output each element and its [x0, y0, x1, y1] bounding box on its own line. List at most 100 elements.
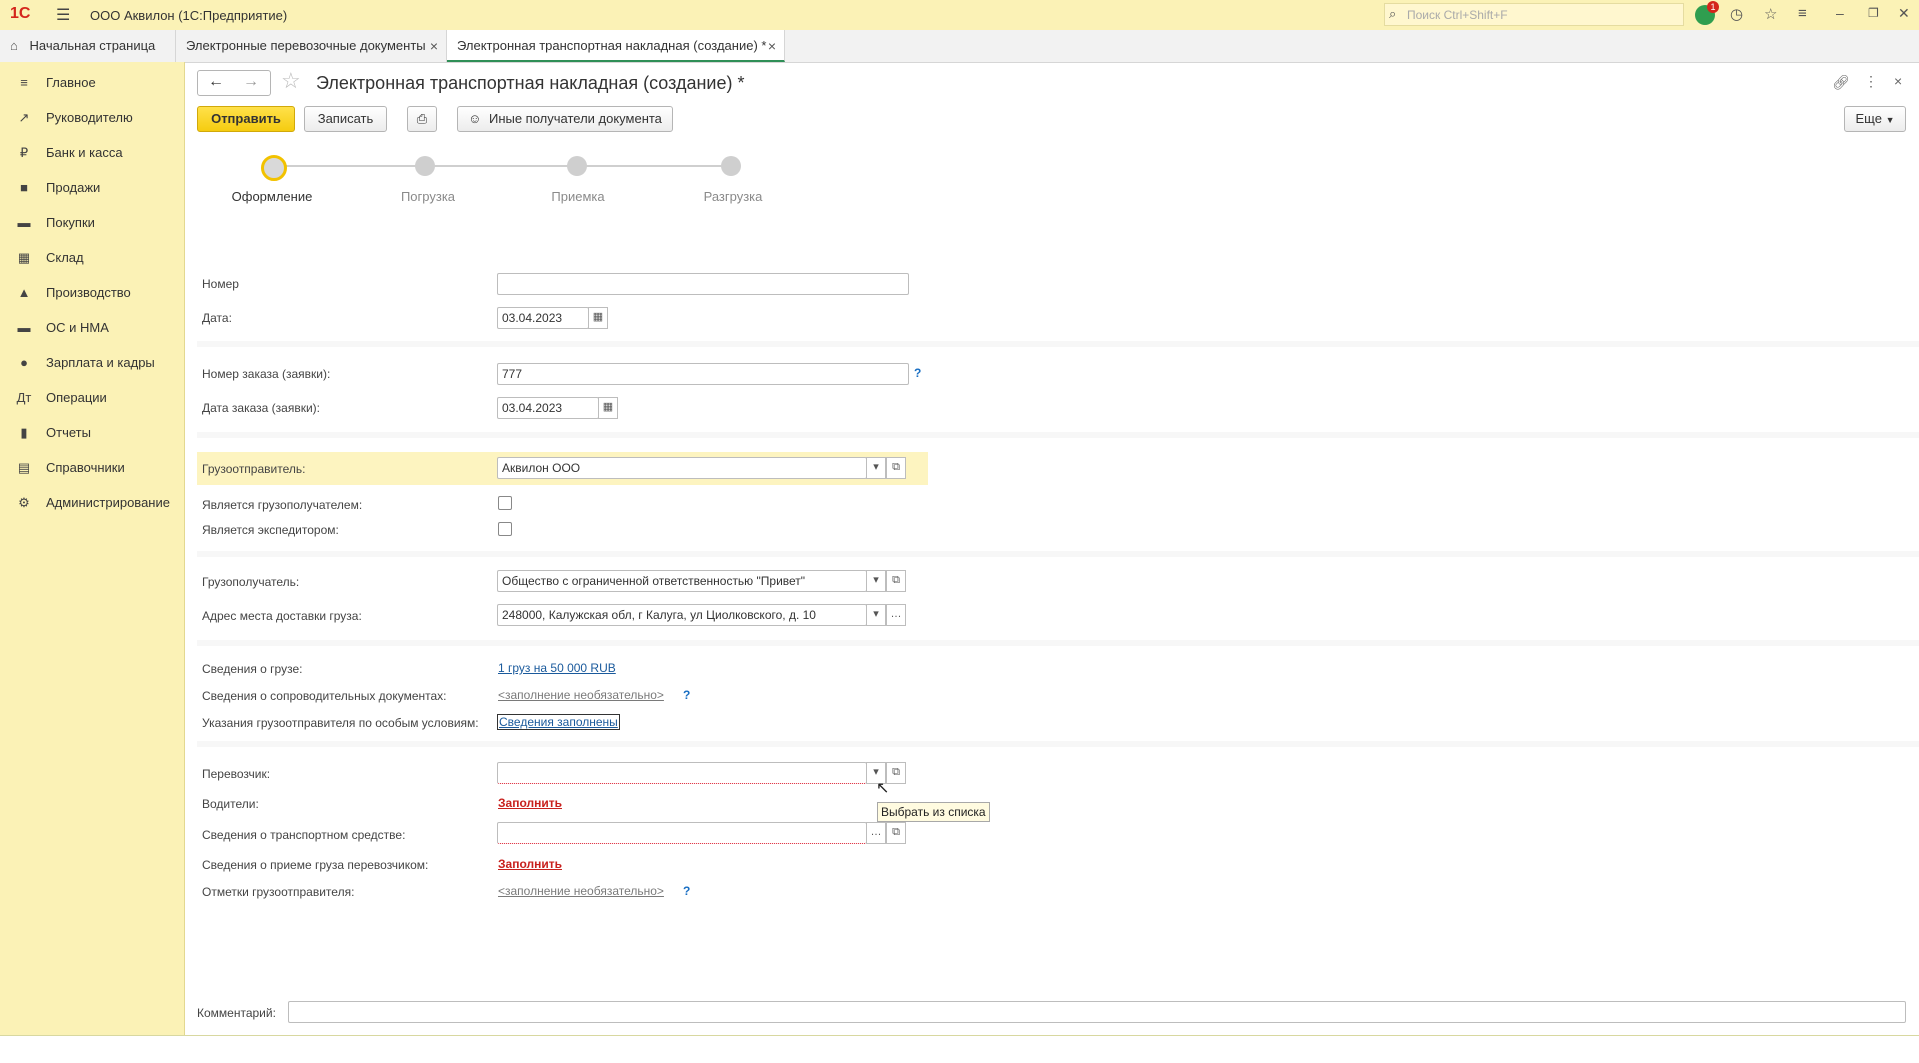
global-search[interactable]: ⌕ Поиск Ctrl+Shift+F — [1384, 3, 1684, 26]
tab-transport-docs[interactable]: Электронные перевозочные документы × — [176, 30, 447, 62]
back-arrow-icon[interactable]: ← — [208, 73, 224, 91]
other-recipients-button[interactable]: ☺ Иные получатели документа — [457, 106, 673, 132]
marks-link[interactable]: <заполнение необязательно> — [498, 884, 664, 898]
functions-menu-icon[interactable]: ≡ — [1798, 5, 1807, 22]
help-icon[interactable]: ? — [683, 884, 690, 898]
cargo-link[interactable]: 1 груз на 50 000 RUB — [498, 661, 616, 675]
history-icon[interactable]: ◷ — [1730, 5, 1743, 23]
sidebar-item[interactable]: ▲ Производство — [0, 278, 184, 308]
sidebar-item-label: Руководителю — [46, 110, 133, 125]
open-icon[interactable]: ⧉ — [886, 457, 906, 479]
sidebar-item-label: Администрирование — [46, 495, 170, 510]
save-button[interactable]: Записать — [304, 106, 387, 132]
calendar-icon[interactable]: ▦ — [588, 307, 608, 329]
calendar-icon[interactable]: ▦ — [598, 397, 618, 419]
sidebar: ≡ Главное ↗ Руководителю ₽ Банк и касса ■ Прода… — [0, 62, 185, 1035]
notifications-icon[interactable]: 1 — [1695, 1, 1719, 25]
restore-icon[interactable]: ❐ — [1868, 6, 1879, 20]
tab-home[interactable]: ⌂ Начальная страница — [0, 30, 176, 62]
search-input[interactable]: Поиск Ctrl+Shift+F — [1407, 8, 1508, 22]
sidebar-item[interactable]: ≡ Главное — [0, 68, 184, 98]
sidebar-item[interactable]: Дт Операции — [0, 383, 184, 413]
close-form-icon[interactable]: × — [1894, 73, 1902, 89]
sidebar-item[interactable]: ⚙ Администрирование — [0, 488, 184, 518]
acceptance-link[interactable]: Заполнить — [498, 857, 562, 871]
date-input[interactable]: 03.04.2023 — [497, 307, 589, 329]
number-input[interactable] — [497, 273, 909, 295]
shipper-input[interactable]: Аквилон ООО — [497, 457, 867, 479]
main-menu-icon[interactable]: ☰ — [56, 5, 70, 25]
sidebar-item-label: Банк и касса — [46, 145, 123, 160]
is-forwarder-checkbox[interactable] — [498, 522, 512, 536]
tab-etn-create-label: Электронная транспортная накладная (созд… — [457, 38, 767, 53]
step-dot — [721, 156, 741, 176]
sidebar-item[interactable]: ▮ Отчеты — [0, 418, 184, 448]
shipper-label: Грузоотправитель: — [202, 462, 306, 476]
users-icon: ☺ — [468, 111, 482, 126]
app-title: ООО Аквилон (1С:Предприятие) — [90, 8, 288, 23]
step-label-active: Оформление — [231, 189, 313, 204]
more-button[interactable]: Еще ▼ — [1844, 106, 1906, 132]
close-icon[interactable]: × — [768, 30, 776, 62]
forward-arrow-icon[interactable]: → — [243, 73, 259, 91]
sidebar-item-label: Справочники — [46, 460, 125, 475]
order-date-input[interactable]: 03.04.2023 — [497, 397, 599, 419]
1c-logo[interactable]: 1С — [10, 5, 30, 23]
dropdown-icon[interactable]: ▾ — [866, 457, 886, 479]
drivers-link[interactable]: Заполнить — [498, 796, 562, 810]
sidebar-item-icon: Дт — [16, 390, 32, 405]
sidebar-item[interactable]: ▬ Покупки — [0, 208, 184, 238]
open-icon[interactable]: ⧉ — [886, 822, 906, 844]
send-button[interactable]: Отправить — [197, 106, 295, 132]
sidebar-item-icon: ■ — [20, 180, 28, 195]
favorite-star-icon[interactable]: ☆ — [281, 68, 301, 94]
order-number-input[interactable]: 777 — [497, 363, 909, 385]
favorites-icon[interactable]: ☆ — [1764, 5, 1777, 23]
more-vert-icon[interactable]: ⋮ — [1864, 73, 1878, 90]
ellipsis-icon[interactable]: … — [886, 604, 906, 626]
address-input[interactable]: 248000, Калужская обл, г Калуга, ул Циол… — [497, 604, 867, 626]
step-dot — [567, 156, 587, 176]
minimize-icon[interactable]: – — [1836, 5, 1844, 21]
sidebar-item-icon: ⚙ — [18, 495, 30, 510]
is-consignee-checkbox[interactable] — [498, 496, 512, 510]
print-icon: ⎙ — [416, 111, 428, 126]
sidebar-item[interactable]: ■ Продажи — [0, 173, 184, 203]
carrier-input[interactable] — [497, 762, 867, 784]
date-label: Дата: — [202, 311, 232, 325]
steps-line — [272, 165, 732, 167]
more-label: Еще — [1855, 111, 1882, 126]
docs-link[interactable]: <заполнение необязательно> — [498, 688, 664, 702]
tab-etn-create[interactable]: Электронная транспортная накладная (созд… — [447, 30, 785, 62]
dropdown-icon[interactable]: ▾ — [866, 570, 886, 592]
sidebar-item[interactable]: ▦ Склад — [0, 243, 184, 273]
sidebar-item[interactable]: ▬ ОС и НМА — [0, 313, 184, 343]
sidebar-item[interactable]: ₽ Банк и касса — [0, 138, 184, 168]
special-link[interactable]: Сведения заполнены — [497, 714, 620, 730]
close-window-icon[interactable]: ✕ — [1898, 5, 1910, 22]
close-icon[interactable]: × — [430, 30, 438, 62]
home-icon: ⌂ — [10, 38, 18, 53]
sidebar-item[interactable]: ● Зарплата и кадры — [0, 348, 184, 378]
consignee-input[interactable]: Общество с ограниченной ответственностью… — [497, 570, 867, 592]
ellipsis-icon[interactable]: … — [866, 822, 886, 844]
consignee-label: Грузополучатель: — [202, 575, 300, 589]
sidebar-item[interactable]: ↗ Руководителю — [0, 103, 184, 133]
nav-arrows: ← → — [197, 70, 271, 96]
sidebar-item[interactable]: ▤ Справочники — [0, 453, 184, 483]
link-icon[interactable]: 🔗︎ — [1832, 74, 1850, 91]
help-icon[interactable]: ? — [914, 366, 921, 380]
page-title: Электронная транспортная накладная (созд… — [316, 73, 745, 93]
open-icon[interactable]: ⧉ — [886, 570, 906, 592]
sidebar-item-label: Зарплата и кадры — [46, 355, 155, 370]
notification-badge: 1 — [1707, 1, 1719, 13]
help-icon[interactable]: ? — [683, 688, 690, 702]
search-icon: ⌕ — [1389, 6, 1397, 21]
dropdown-icon[interactable]: ▾ — [866, 604, 886, 626]
comment-input[interactable] — [288, 1001, 1906, 1023]
print-button[interactable]: ⎙ — [407, 106, 437, 132]
vehicle-input[interactable] — [497, 822, 867, 844]
order-date-label: Дата заказа (заявки): — [202, 401, 320, 415]
tab-bar: ⌂ Начальная страница Электронные перевоз… — [0, 30, 1919, 63]
other-recipients-label: Иные получатели документа — [488, 111, 662, 126]
